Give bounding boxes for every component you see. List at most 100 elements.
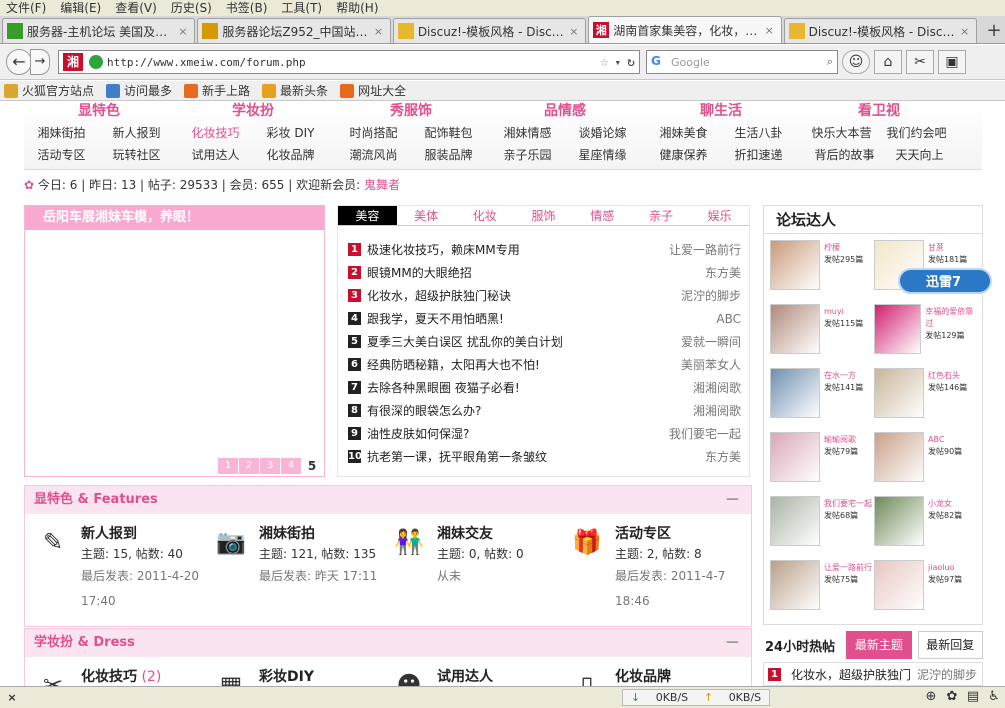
- hot-tab[interactable]: 化妆: [455, 206, 514, 225]
- dropdown-icon[interactable]: ▾: [615, 56, 622, 69]
- search-icon[interactable]: ⌕: [827, 55, 833, 69]
- talent-name[interactable]: 小龙女: [928, 498, 962, 510]
- nav-link[interactable]: 生活八卦: [734, 122, 782, 144]
- nav-link[interactable]: 潮流风尚: [349, 144, 397, 166]
- talent-name[interactable]: 让爱一路前行: [824, 562, 872, 574]
- hot-24h-author[interactable]: 泥泞的脚步: [917, 666, 977, 683]
- tab-1[interactable]: 服务器-主机论坛 美国及… ×: [2, 18, 196, 43]
- hot-post-author[interactable]: 东方美: [631, 448, 741, 465]
- hot-post-author[interactable]: ABC: [631, 312, 741, 326]
- nav-group-title[interactable]: 看卫视: [804, 102, 954, 122]
- talent-user[interactable]: 在水一方 发帖141篇: [770, 368, 874, 432]
- collapse-icon[interactable]: —: [726, 486, 739, 514]
- talent-name[interactable]: 我们要宅一起: [824, 498, 872, 510]
- close-icon[interactable]: ×: [0, 691, 24, 704]
- hot-post-title[interactable]: 化妆水，超级护肤独门秘诀: [367, 287, 631, 304]
- forward-button[interactable]: →: [30, 49, 50, 75]
- nav-link[interactable]: 试用达人: [191, 144, 239, 166]
- forum-last-post[interactable]: 从未: [437, 564, 561, 589]
- menu-item[interactable]: 编辑(E): [54, 0, 109, 16]
- forum-name[interactable]: 活动专区: [615, 524, 739, 544]
- close-tab-icon[interactable]: ×: [765, 24, 777, 37]
- avatar[interactable]: [874, 368, 924, 418]
- talent-user[interactable]: 我们要宅一起 发帖68篇: [770, 496, 874, 560]
- bookmark-item[interactable]: 访问最多: [106, 82, 172, 99]
- talent-name[interactable]: jiaoluo: [928, 562, 962, 574]
- menu-item[interactable]: 查看(V): [109, 0, 165, 16]
- talent-name[interactable]: 甘蔗: [928, 242, 967, 254]
- talent-user[interactable]: 红色石头 发帖146篇: [874, 368, 978, 432]
- hot-post-author[interactable]: 泥泞的脚步: [631, 287, 741, 304]
- hot-tab[interactable]: 亲子: [632, 206, 691, 225]
- hot-tab[interactable]: 服饰: [514, 206, 573, 225]
- menu-item[interactable]: 工具(T): [275, 0, 330, 16]
- nav-link[interactable]: 配饰鞋包: [424, 122, 472, 144]
- hot-post-title[interactable]: 油性皮肤如何保湿?: [367, 425, 631, 442]
- forum-name[interactable]: 试用达人: [437, 667, 493, 686]
- forum-last-post[interactable]: 最后发表: 2011-4-20 17:40: [81, 564, 205, 614]
- close-tab-icon[interactable]: ×: [960, 25, 972, 38]
- nav-link[interactable]: 亲子乐园: [503, 144, 551, 166]
- collapse-icon[interactable]: —: [726, 629, 739, 657]
- talent-user[interactable]: 小龙女 发帖82篇: [874, 496, 978, 560]
- close-tab-icon[interactable]: ×: [569, 25, 581, 38]
- hot-post-title[interactable]: 夏季三大美白误区 扰乱你的美白计划: [367, 333, 631, 350]
- hot-post-title[interactable]: 极速化妆技巧，赖床MM专用: [367, 241, 631, 258]
- hot-24h-item[interactable]: 1 化妆水，超级护肤独门 泥泞的脚步: [763, 662, 983, 686]
- nav-link[interactable]: 玩转社区: [112, 144, 160, 166]
- avatar[interactable]: [874, 496, 924, 546]
- avatar[interactable]: [770, 368, 820, 418]
- scissors-icon[interactable]: ✂: [906, 50, 934, 74]
- addon-icon[interactable]: ☺: [842, 50, 870, 74]
- talent-name[interactable]: 幸福的爱依靠过: [925, 306, 978, 330]
- section-title-text[interactable]: 学妆扮 & Dress: [34, 635, 135, 650]
- address-bar[interactable]: 湘 http://www.xmeiw.com/forum.php ☆ ▾ ↻: [58, 50, 640, 74]
- bookmark-item[interactable]: 新手上路: [184, 82, 250, 99]
- hot-tab[interactable]: 美容: [338, 206, 397, 225]
- nav-link[interactable]: 彩妆 DIY: [267, 122, 315, 144]
- menu-item[interactable]: 历史(S): [165, 0, 220, 16]
- nav-link[interactable]: 谈婚论嫁: [578, 122, 626, 144]
- reload-icon[interactable]: ↻: [627, 55, 635, 70]
- hot-tab[interactable]: 情感: [573, 206, 632, 225]
- star-icon[interactable]: ☆: [600, 54, 608, 70]
- talent-name[interactable]: 瑜瑜阅歌: [824, 434, 858, 446]
- nav-group-title[interactable]: 品情感: [490, 102, 640, 122]
- xunlei-float-button[interactable]: 迅雷7: [898, 268, 992, 294]
- latest-topics-tab[interactable]: 最新主题: [846, 631, 912, 659]
- search-input[interactable]: Google: [671, 56, 827, 69]
- nav-link[interactable]: 湘妹街拍: [37, 122, 85, 144]
- talent-user[interactable]: 幸福的爱依靠过 发帖129篇: [874, 304, 978, 368]
- talent-user[interactable]: jiaoluo 发帖97篇: [874, 560, 978, 624]
- menu-item[interactable]: 帮助(H): [330, 0, 386, 16]
- avatar[interactable]: [770, 560, 820, 610]
- hot-post-author[interactable]: 爱就一瞬间: [631, 333, 741, 350]
- avatar[interactable]: [874, 432, 924, 482]
- talent-name[interactable]: ABC: [928, 434, 962, 446]
- nav-link[interactable]: 化妆品牌: [266, 144, 314, 166]
- zoom-icon[interactable]: ⊕: [922, 689, 940, 704]
- slideshow[interactable]: 岳阳车展湘妹车模，养眼！ 12345: [24, 205, 325, 477]
- hot-post-author[interactable]: 湘湘阅歌: [631, 379, 741, 396]
- nav-link[interactable]: 折扣速递: [734, 144, 782, 166]
- close-tab-icon[interactable]: ×: [178, 25, 190, 38]
- new-tab-button[interactable]: +: [983, 21, 1005, 43]
- tab-2[interactable]: 服务器论坛Z952_中国站长… ×: [197, 18, 391, 43]
- hot-post-title[interactable]: 抗老第一课，抚平眼角第一条皱纹: [367, 448, 631, 465]
- home-icon[interactable]: ⌂: [874, 50, 902, 74]
- hot-post-title[interactable]: 去除各种黑眼圈 夜猫子必看!: [367, 379, 631, 396]
- back-button[interactable]: ←: [6, 49, 32, 75]
- forum-name[interactable]: 湘妹街拍: [259, 524, 383, 544]
- tab-3[interactable]: Discuz!-模板风格 - Disc… ×: [392, 18, 587, 43]
- hot-post-author[interactable]: 让爱一路前行: [631, 241, 741, 258]
- nav-group-title[interactable]: 秀服饰: [336, 102, 486, 122]
- accessibility-icon[interactable]: ♿: [985, 689, 1003, 704]
- slideshow-title[interactable]: 岳阳车展湘妹车模，养眼！: [25, 206, 324, 230]
- talent-user[interactable]: ABC 发帖90篇: [874, 432, 978, 496]
- avatar[interactable]: [770, 240, 820, 290]
- latest-replies-tab[interactable]: 最新回复: [917, 631, 983, 659]
- nav-link[interactable]: 服装品牌: [424, 144, 472, 166]
- talent-user[interactable]: 瑜瑜阅歌 发帖79篇: [770, 432, 874, 496]
- nav-link[interactable]: 时尚搭配: [349, 122, 397, 144]
- hot-24h-title-link[interactable]: 化妆水，超级护肤独门: [791, 666, 911, 683]
